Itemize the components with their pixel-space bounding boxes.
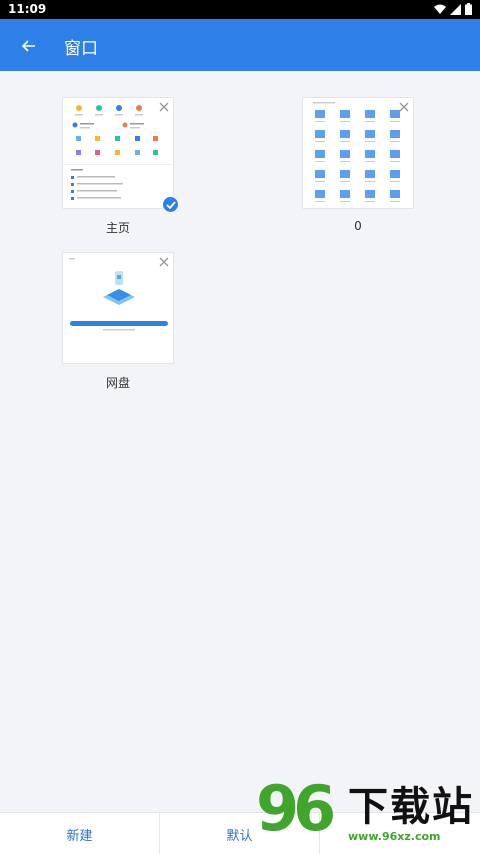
status-time: 11:09 (8, 2, 47, 16)
arrow-left-icon (22, 40, 35, 52)
watermark-url: www.96xz.com (348, 830, 441, 843)
site-watermark: 96 下载站 www.96xz.com (250, 770, 480, 854)
window-label-cloud: 网盘 (105, 376, 130, 390)
status-bar: 11:09 (0, 0, 480, 19)
window-card-files[interactable] (302, 97, 414, 209)
window-card-cloud[interactable] (62, 252, 174, 364)
page-title: 窗口 (64, 39, 98, 59)
new-window-button[interactable]: 新建 (0, 813, 160, 854)
close-window-files-icon[interactable] (397, 100, 411, 114)
back-button[interactable] (16, 33, 42, 59)
signal-icon (450, 3, 461, 15)
wifi-icon (434, 4, 446, 14)
status-icons (434, 3, 472, 15)
selected-check-icon (162, 196, 179, 213)
close-window-cloud-icon[interactable] (157, 255, 171, 269)
battery-icon (465, 3, 472, 15)
window-card-home[interactable] (62, 97, 174, 209)
watermark-digits: 96 (256, 772, 336, 845)
window-label-home: 主页 (105, 221, 130, 235)
window-label-files: 0 (354, 219, 362, 233)
home-thumbnail (63, 105, 173, 200)
files-thumbnail (313, 102, 400, 202)
close-window-home-icon[interactable] (157, 100, 171, 114)
watermark-name: 下载站 (348, 784, 474, 830)
cloud-thumbnail (69, 258, 168, 331)
app-bar: 窗口 (0, 19, 480, 71)
